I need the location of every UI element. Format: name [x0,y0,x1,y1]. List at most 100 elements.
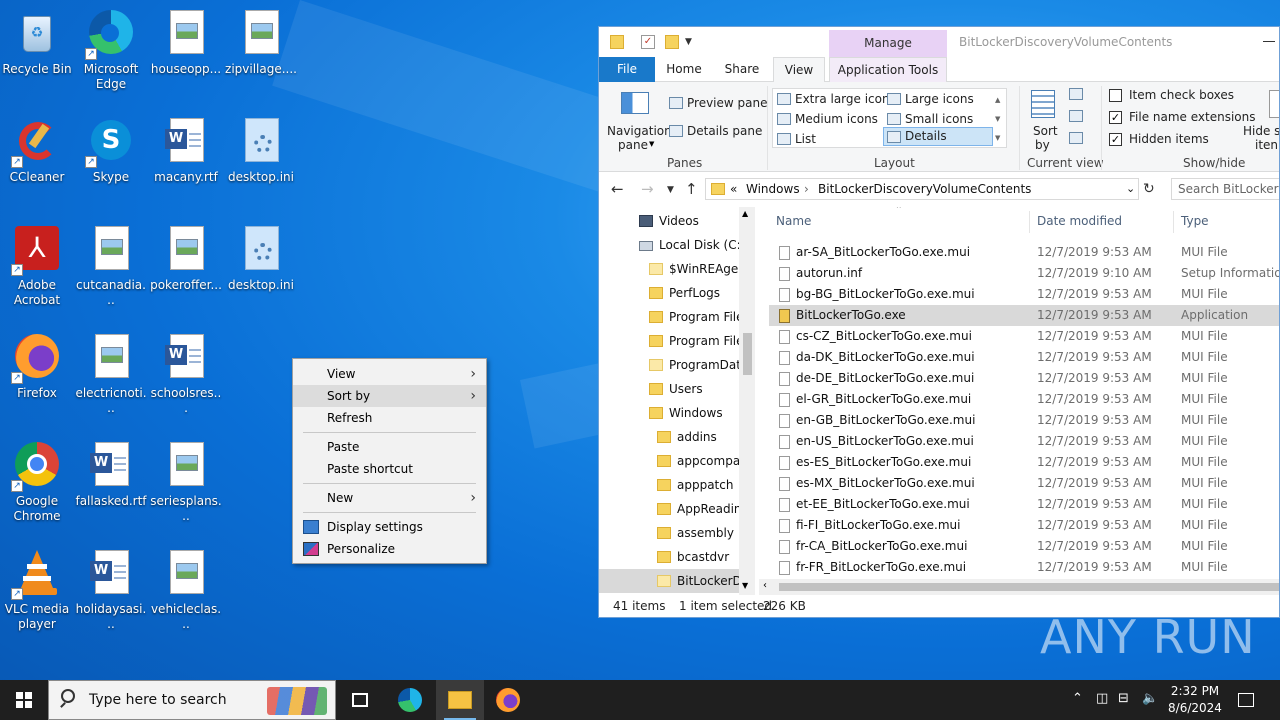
file-row[interactable]: el-GR_BitLockerToGo.exe.mui 12/7/2019 9:5… [769,389,1279,410]
volume-icon[interactable]: 🔈 [1142,691,1158,706]
menu-item-new[interactable]: New › [293,487,486,509]
file-row[interactable]: fr-FR_BitLockerToGo.exe.mui 12/7/2019 9:5… [769,557,1279,578]
nav-item[interactable]: Local Disk (C:) [599,233,745,257]
file-row[interactable]: es-MX_BitLockerToGo.exe.mui 12/7/2019 9:5… [769,473,1279,494]
desktop-icon-file[interactable]: W fallasked.rtf [75,436,147,509]
file-row[interactable]: es-ES_BitLockerToGo.exe.mui 12/7/2019 9:5… [769,452,1279,473]
nav-item[interactable]: bcastdvr [599,545,739,569]
menu-item-paste-shortcut[interactable]: Paste shortcut [293,458,486,480]
desktop-icon-recycle-bin[interactable]: ♻ Recycle Bin [1,4,73,77]
desktop-icon-file[interactable]: desktop.ini [225,112,297,185]
scroll-down-icon[interactable]: ▼ [742,581,748,590]
menu-item-refresh[interactable]: Refresh [293,407,486,429]
nav-item[interactable]: ProgramData [599,353,748,377]
tab-application-tools[interactable]: Application Tools [829,57,947,82]
file-row[interactable]: cs-CZ_BitLockerToGo.exe.mui 12/7/2019 9:5… [769,326,1279,347]
nav-item[interactable]: Program Files [599,329,750,353]
desktop-icon-firefox[interactable]: ↗ Firefox [1,328,73,401]
layout-details[interactable]: Details [883,127,993,146]
file-row[interactable]: autorun.inf 12/7/2019 9:10 AM Setup Inform… [769,263,1279,284]
column-divider[interactable] [1029,211,1030,233]
taskbar-file-explorer[interactable] [436,680,484,720]
show-hidden-icons-icon[interactable]: ⌃ [1072,691,1083,706]
nav-item[interactable]: addins [599,425,739,449]
scroll-left-icon[interactable]: ‹ [763,580,767,591]
tab-home[interactable]: Home [659,57,709,82]
taskbar-search[interactable]: Type here to search [48,680,336,720]
desktop-icon-file[interactable]: houseopp... [150,4,222,77]
file-row[interactable]: fi-FI_BitLockerToGo.exe.mui 12/7/2019 9:5… [769,515,1279,536]
desktop-icon-file[interactable]: seriesplans... [150,436,222,524]
size-columns-icon[interactable] [1069,132,1083,144]
desktop-icon-file[interactable]: W schoolsres... [150,328,222,416]
add-columns-icon[interactable] [1069,110,1083,122]
taskbar-firefox[interactable] [484,680,532,720]
hidden-items-checkbox[interactable]: ✓ [1109,133,1122,146]
file-row[interactable]: fr-CA_BitLockerToGo.exe.mui 12/7/2019 9:5… [769,536,1279,557]
layout-scroll-icon[interactable]: ▲ ▼ ▼ [995,91,1000,148]
file-row[interactable]: bg-BG_BitLockerToGo.exe.mui 12/7/2019 9:5… [769,284,1279,305]
address-bar[interactable]: « Windows › BitLockerDiscoveryVolumeCont… [705,178,1139,200]
desktop-icon-file[interactable]: zipvillage.... [225,4,297,77]
refresh-icon[interactable]: ↻ [1143,181,1155,197]
desktop-icon-skype[interactable]: S ↗ Skype [75,112,147,185]
layout-large-icons[interactable]: Large icons [905,92,974,106]
forward-arrow-icon[interactable]: → [641,180,654,198]
notifications-icon[interactable] [1238,693,1254,707]
nav-item[interactable]: appcompat [599,449,745,473]
nav-item[interactable]: Windows [599,401,739,425]
layout-extra-large-icons[interactable]: Extra large icons [795,92,896,106]
preview-pane-button[interactable]: Preview pane [669,94,767,112]
breadcrumb-windows[interactable]: Windows [746,182,800,196]
manage-contextual-tab[interactable]: Manage [829,30,947,57]
nav-item[interactable]: PerfLogs [599,281,739,305]
new-folder-icon[interactable] [665,35,679,49]
desktop-icon-edge[interactable]: ↗ Microsoft Edge [75,4,147,92]
file-row[interactable]: en-GB_BitLockerToGo.exe.mui 12/7/2019 9:5… [769,410,1279,431]
group-by-icon[interactable] [1069,88,1083,100]
desktop-icon-file[interactable]: electricnoti... [75,328,147,416]
scroll-thumb[interactable] [743,333,752,375]
desktop-icon-file[interactable]: vehicleclas... [150,544,222,632]
column-divider[interactable] [1173,211,1174,233]
up-arrow-icon[interactable]: ↑ [685,180,698,198]
network-icon[interactable]: ⊟ [1118,691,1129,706]
desktop-icon-edge[interactable]: ↗ CCleaner [1,112,73,185]
file-row[interactable]: da-DK_BitLockerToGo.exe.mui 12/7/2019 9:5… [769,347,1279,368]
meet-now-icon[interactable]: ◫ [1096,691,1108,706]
nav-item[interactable]: assembly [599,521,739,545]
nav-item[interactable]: Program Files [599,305,750,329]
address-dropdown-icon[interactable]: ⌄ [1126,182,1135,195]
nav-pane-scrollbar[interactable]: ▲ ▼ [739,207,755,595]
sort-by-button[interactable]: Sort by [1027,86,1063,152]
start-button[interactable] [0,680,48,720]
hide-selected-items-button[interactable]: Hide se iten [1241,86,1279,152]
desktop-icon-vlc[interactable]: ↗ VLC media player [1,544,73,632]
breadcrumb-overflow[interactable]: « [730,182,737,196]
desktop-icon-file[interactable]: cutcanadia... [75,220,147,308]
column-header-date[interactable]: Date modified [1037,207,1122,237]
file-row[interactable]: BitLockerToGo.exe 12/7/2019 9:53 AM Applic… [769,305,1279,326]
nav-item[interactable]: BitLockerDiscoveryVolumeContents [599,569,755,593]
column-header-name[interactable]: Name [776,207,811,237]
menu-item-view[interactable]: View › [293,363,486,385]
menu-item-sort-by[interactable]: Sort by › [293,385,486,407]
desktop-icon-chrome[interactable]: ↗ Google Chrome [1,436,73,524]
file-row[interactable]: en-US_BitLockerToGo.exe.mui 12/7/2019 9:5… [769,431,1279,452]
layout-medium-icons[interactable]: Medium icons [795,112,878,126]
nav-item[interactable]: Users [599,377,739,401]
properties-icon[interactable]: ✓ [641,35,655,49]
file-name-extensions-checkbox[interactable]: ✓ [1109,111,1122,124]
desktop-icon-file[interactable]: W holidaysasi... [75,544,147,632]
scroll-thumb[interactable] [779,583,1279,591]
task-view-button[interactable] [336,680,384,720]
details-pane-button[interactable]: Details pane [669,122,762,140]
search-input[interactable]: Search BitLockerDis [1171,178,1279,200]
tab-file[interactable]: File [599,57,655,82]
desktop-icon-file[interactable]: pokeroffer... [150,220,222,293]
desktop-icon-acrobat[interactable]: ⅄ ↗ Adobe Acrobat [1,220,73,308]
breadcrumb-current[interactable]: BitLockerDiscoveryVolumeContents [818,182,1031,196]
file-row[interactable]: de-DE_BitLockerToGo.exe.mui 12/7/2019 9:5… [769,368,1279,389]
back-arrow-icon[interactable]: ← [611,180,624,198]
file-row[interactable]: ar-SA_BitLockerToGo.exe.mui 12/7/2019 9:5… [769,242,1279,263]
